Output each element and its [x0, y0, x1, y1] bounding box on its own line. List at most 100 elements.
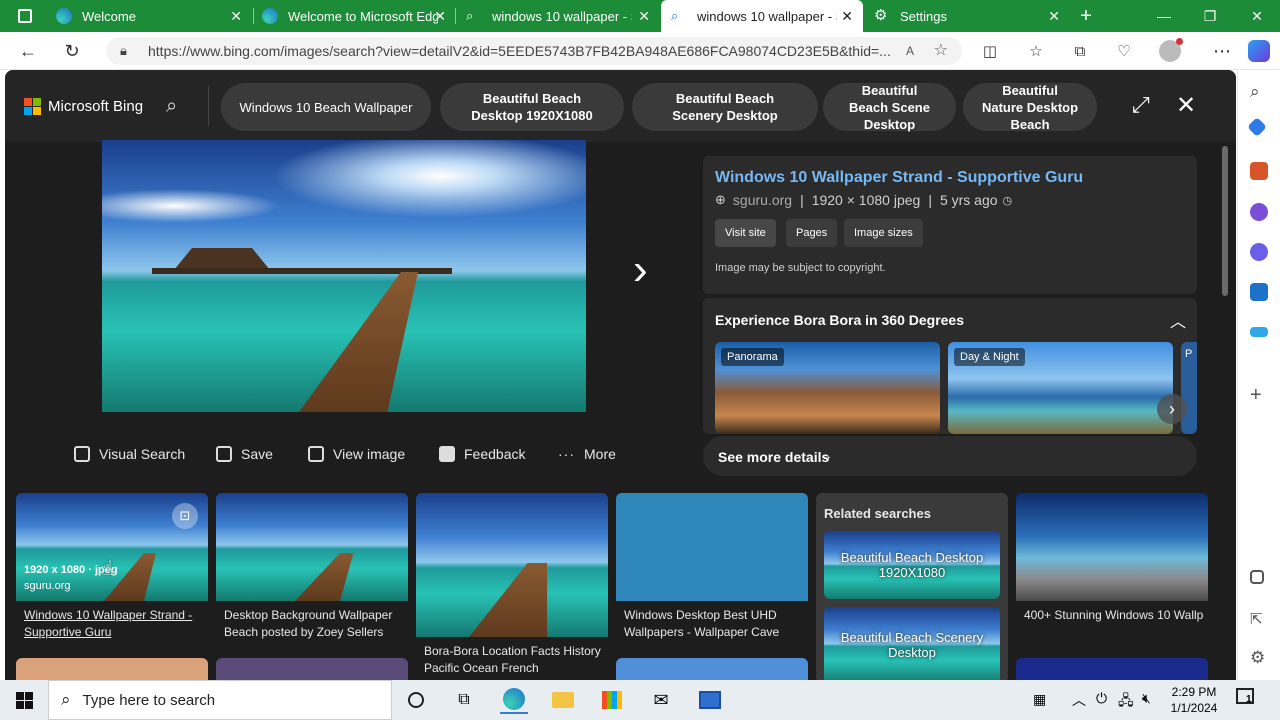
- close-window-button[interactable]: ✕: [1234, 0, 1280, 32]
- notifications-button[interactable]: 1: [1236, 688, 1258, 710]
- sidebar-settings-gear-icon[interactable]: ⚙: [1250, 648, 1268, 667]
- save-button[interactable]: Save: [216, 446, 273, 462]
- result-thumbnail-3[interactable]: [416, 493, 608, 637]
- see-more-details-button[interactable]: See more details ⌄: [703, 436, 1197, 476]
- profile-button[interactable]: [1156, 37, 1184, 65]
- result-thumbnail-5[interactable]: [1016, 493, 1208, 601]
- related-chip[interactable]: Beautiful Beach Scene Desktop: [823, 83, 956, 132]
- games-icon[interactable]: [1250, 203, 1268, 221]
- result-caption[interactable]: Windows 10 Wallpaper Strand - Supportive…: [24, 607, 204, 641]
- result-thumbnail-2[interactable]: [216, 493, 408, 601]
- result-thumbnail-8[interactable]: [616, 658, 808, 680]
- related-chip[interactable]: Beautiful Nature Desktop Beach: [963, 83, 1097, 132]
- related-chip[interactable]: Beautiful Beach Desktop 1920X1080: [440, 83, 624, 131]
- read-aloud-icon[interactable]: A: [906, 37, 914, 65]
- result-thumbnail-4[interactable]: [616, 493, 808, 601]
- result-thumbnail-6[interactable]: [16, 658, 208, 680]
- tab-search-1[interactable]: ⌕ windows 10 wallpaper - Search ✕: [456, 0, 660, 32]
- bing-brand[interactable]: Microsoft Bing: [48, 98, 143, 115]
- pages-button[interactable]: Pages: [786, 219, 838, 247]
- collapse-chevron-icon[interactable]: ︿: [1170, 308, 1186, 332]
- favorite-star-icon[interactable]: ☆: [934, 37, 948, 65]
- related-chip[interactable]: Beautiful Beach Scenery Desktop: [632, 83, 818, 131]
- volume-muted-icon[interactable]: 🔇︎: [1142, 690, 1151, 707]
- add-sidebar-app-icon[interactable]: +: [1250, 385, 1268, 405]
- main-image[interactable]: [102, 140, 586, 412]
- close-icon[interactable]: ✕: [1176, 91, 1196, 120]
- related-search-item[interactable]: Beautiful Beach Scenery Desktop: [824, 607, 1000, 680]
- close-tab-icon[interactable]: ✕: [230, 8, 242, 25]
- related-search-item[interactable]: Beautiful Beach Desktop 1920X1080: [824, 531, 1000, 599]
- image-title-link[interactable]: Windows 10 Wallpaper Strand - Supportive…: [715, 169, 1083, 187]
- network-icon[interactable]: 🖧︎: [1118, 690, 1134, 714]
- next-image-chevron-icon[interactable]: ›: [633, 248, 648, 292]
- panorama-card[interactable]: Panorama: [715, 342, 940, 434]
- search-icon[interactable]: ⌕: [166, 95, 177, 118]
- minimize-button[interactable]: —: [1141, 0, 1187, 32]
- close-tab-icon[interactable]: ✕: [841, 8, 853, 25]
- cortana-button[interactable]: [402, 686, 430, 714]
- favorites-button[interactable]: ☆: [1022, 37, 1050, 65]
- feedback-button[interactable]: Feedback: [439, 446, 525, 462]
- store-button[interactable]: [598, 686, 626, 714]
- view-image-button[interactable]: View image: [308, 446, 405, 462]
- clock[interactable]: 2:29 PM 1/1/2024: [1166, 684, 1222, 716]
- outlook-icon[interactable]: [1250, 283, 1268, 301]
- result-thumbnail-9[interactable]: [1016, 658, 1208, 680]
- tab-settings[interactable]: ⚙ Settings ✕: [864, 0, 1070, 32]
- related-chip[interactable]: Windows 10 Beach Wallpaper: [221, 83, 431, 131]
- search-icon[interactable]: ⌕: [1250, 82, 1268, 101]
- day-night-card[interactable]: Day & Night: [948, 342, 1173, 434]
- result-caption[interactable]: Bora-Bora Location Facts History Pacific…: [424, 643, 604, 677]
- result-caption[interactable]: 400+ Stunning Windows 10 Wallpapers HD I…: [1024, 607, 1204, 624]
- microsoft-365-icon[interactable]: [1250, 243, 1268, 261]
- tab-title: windows 10 wallpaper - Search: [697, 8, 837, 24]
- split-screen-button[interactable]: ◫: [976, 37, 1004, 65]
- visit-site-button[interactable]: Visit site: [715, 219, 776, 247]
- open-external-icon[interactable]: ⇱: [1250, 610, 1268, 628]
- result-thumbnail-7[interactable]: [216, 658, 408, 680]
- address-bar[interactable]: 🔒︎ https://www.bing.com/images/search?vi…: [106, 37, 962, 65]
- show-hidden-icons-chevron-icon[interactable]: ︿: [1072, 690, 1086, 710]
- visual-search-button[interactable]: Visual Search: [74, 446, 185, 462]
- close-tab-icon[interactable]: ✕: [434, 8, 446, 25]
- tools-icon[interactable]: [1250, 162, 1268, 180]
- close-tab-icon[interactable]: ✕: [1048, 8, 1060, 25]
- result-thumbnail-1[interactable]: ⊡ 1920 x 1080 · jpeg sguru.org: [16, 493, 208, 601]
- tab-welcome-edge[interactable]: Welcome to Microsoft Edge ✕: [252, 0, 456, 32]
- taskbar-search-box[interactable]: ⌕ Type here to search: [48, 680, 392, 720]
- mail-button[interactable]: ✉: [647, 686, 675, 714]
- hide-sidebar-icon[interactable]: [1250, 570, 1264, 584]
- settings-more-button[interactable]: ⋯: [1208, 37, 1236, 65]
- close-tab-icon[interactable]: ✕: [638, 8, 650, 25]
- image-sizes-button[interactable]: Image sizes: [844, 219, 923, 247]
- edge-taskbar-button[interactable]: [500, 686, 528, 714]
- new-tab-button[interactable]: +: [1063, 0, 1109, 32]
- restore-button[interactable]: ❐: [1187, 0, 1233, 32]
- collections-button[interactable]: ⧉: [1066, 37, 1094, 65]
- chevron-down-icon: ⌄: [821, 447, 833, 463]
- visual-search-icon[interactable]: ⊡: [172, 503, 198, 529]
- drop-icon[interactable]: [1250, 327, 1268, 337]
- viewer-scrollbar[interactable]: [1222, 146, 1228, 296]
- more-button[interactable]: ··· More: [558, 446, 616, 462]
- result-caption[interactable]: Desktop Background Wallpaper Beach poste…: [224, 607, 404, 641]
- result-caption[interactable]: Windows Desktop Best UHD Wallpapers - Wa…: [624, 607, 804, 641]
- device-icon[interactable]: ⏻: [1096, 690, 1107, 707]
- app-button[interactable]: [696, 686, 724, 714]
- tab-search-active[interactable]: ⌕ windows 10 wallpaper - Search ✕: [661, 0, 863, 32]
- expand-icon[interactable]: ⤢: [1132, 92, 1150, 118]
- file-explorer-button[interactable]: [549, 686, 577, 714]
- tab-welcome[interactable]: Welcome ✕: [46, 0, 252, 32]
- copilot-button[interactable]: [1245, 37, 1273, 65]
- tag-icon[interactable]: [1247, 117, 1267, 137]
- back-button[interactable]: ←: [14, 37, 42, 65]
- keyboard-icon[interactable]: ▦: [1033, 691, 1046, 708]
- browser-essentials-button[interactable]: ♡: [1110, 37, 1138, 65]
- third-card[interactable]: P: [1181, 342, 1197, 434]
- refresh-button[interactable]: ↻: [58, 37, 86, 65]
- start-button[interactable]: [10, 686, 38, 714]
- source-site[interactable]: sguru.org: [733, 192, 792, 208]
- task-view-button[interactable]: ⧉: [450, 686, 478, 714]
- carousel-next-icon[interactable]: ›: [1157, 394, 1187, 424]
